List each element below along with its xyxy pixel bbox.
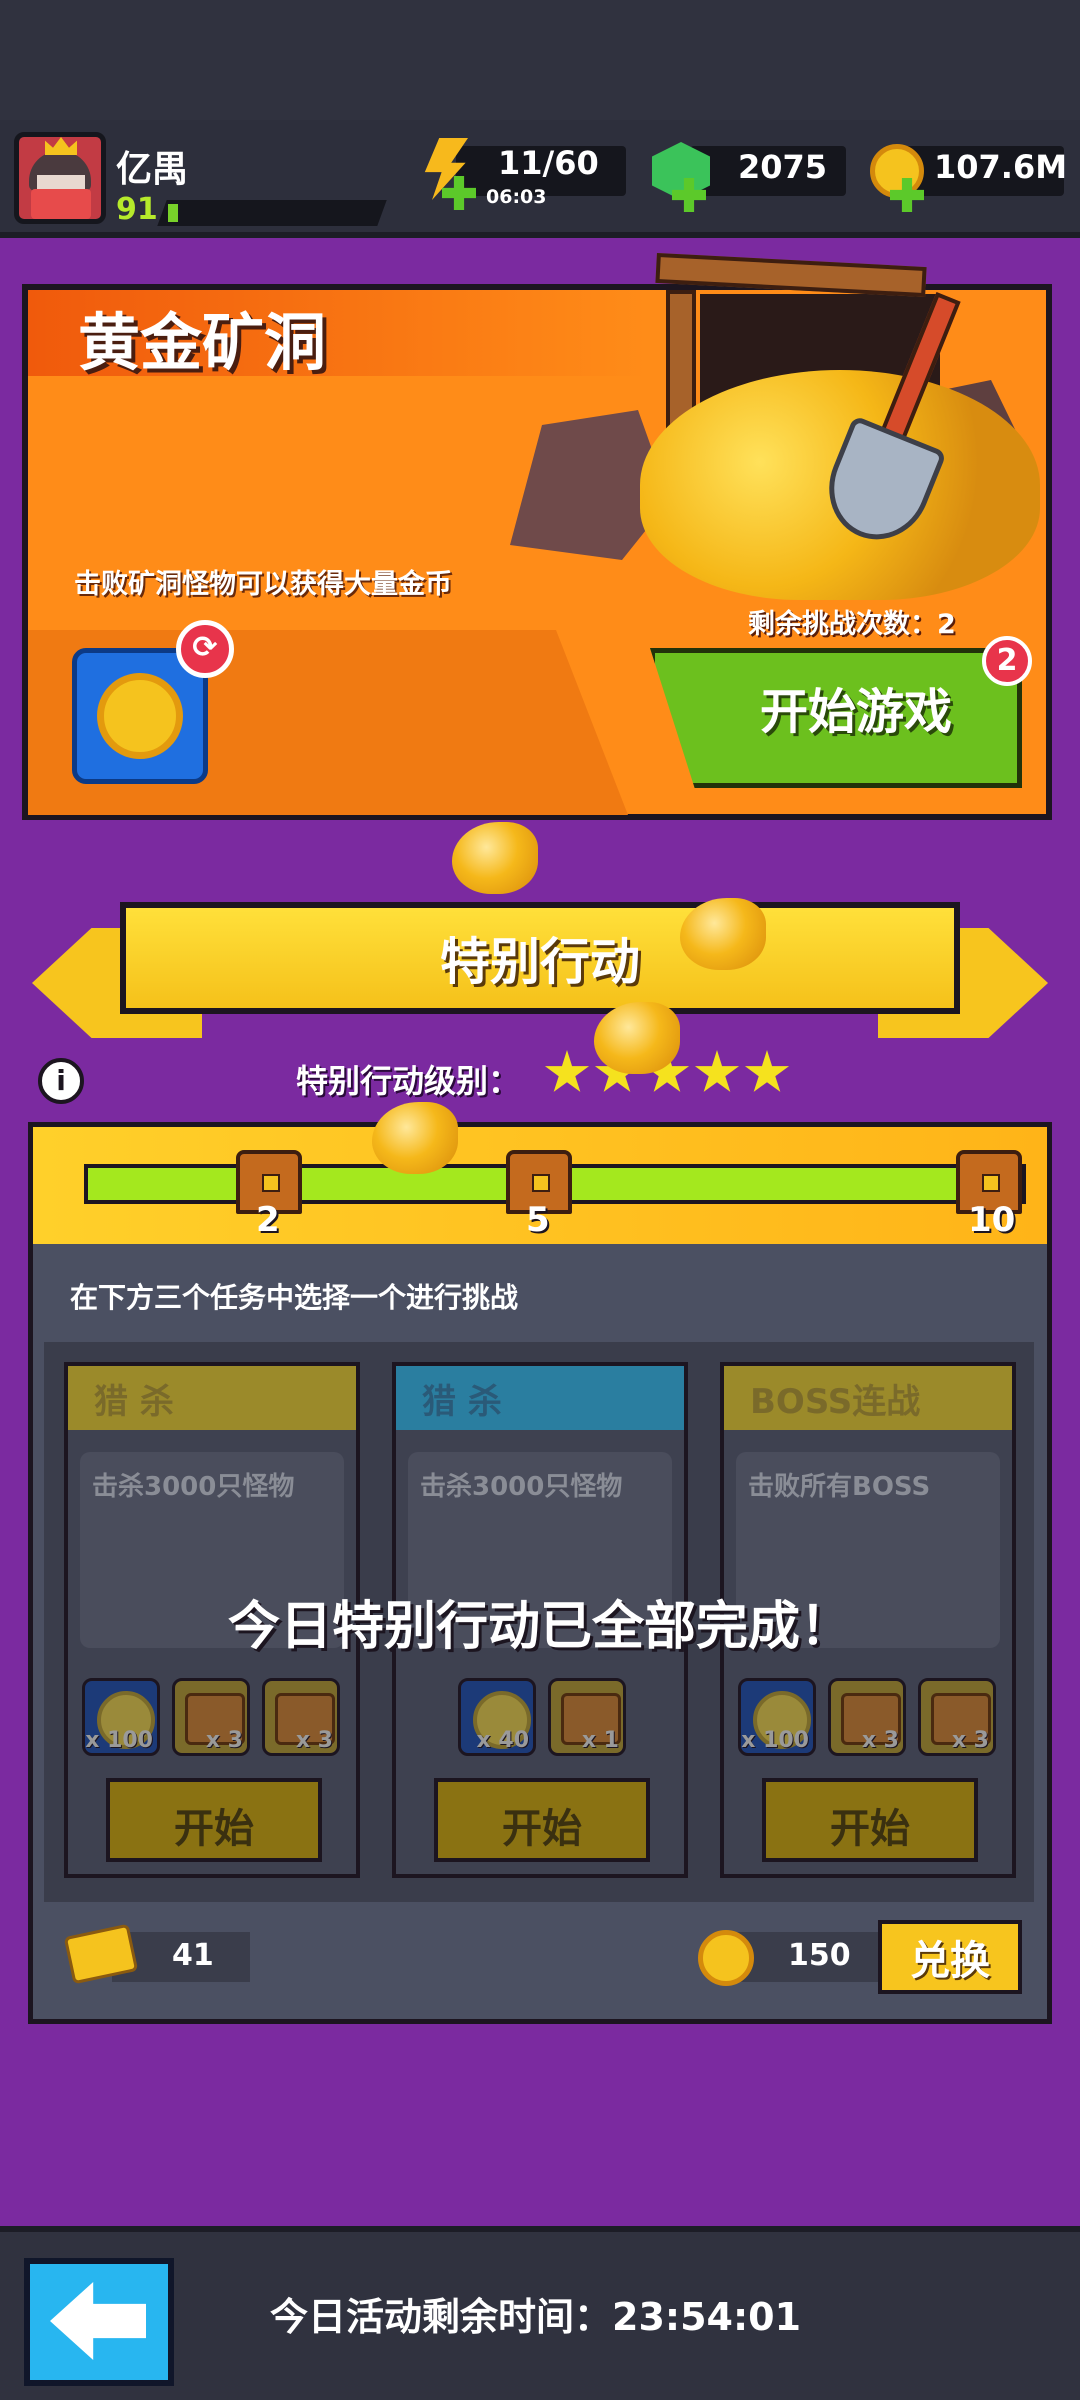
milestone-label: 5 <box>526 1200 550 1240</box>
milestone-label: 10 <box>968 1200 1016 1240</box>
task-start-label: 开始 <box>174 1806 254 1852</box>
gold-blob-decoration <box>452 822 538 894</box>
reward-coin-icon[interactable]: x 100 <box>738 1678 816 1756</box>
reward-count: x 1 <box>581 1728 619 1753</box>
star-icon <box>544 1050 590 1092</box>
ticket-count: 41 <box>172 1938 214 1973</box>
milestone-label: 2 <box>256 1200 280 1240</box>
reward-chest-icon[interactable]: x 3 <box>172 1678 250 1756</box>
task-start-button[interactable]: 开始 <box>106 1778 322 1862</box>
reward-chest-icon[interactable]: x 3 <box>828 1678 906 1756</box>
coin-icon <box>870 144 924 198</box>
gold-blob-decoration <box>372 1102 458 1174</box>
reward-chest-icon[interactable]: x 1 <box>548 1678 626 1756</box>
reward-coin-icon[interactable]: x 100 <box>82 1678 160 1756</box>
reward-chest-icon[interactable]: x 3 <box>918 1678 996 1756</box>
reward-count: x 3 <box>205 1728 243 1753</box>
task-description: 击败所有BOSS <box>748 1472 931 1502</box>
task-instruction: 在下方三个任务中选择一个进行挑战 <box>70 1281 519 1314</box>
avatar[interactable] <box>14 132 106 224</box>
energy-timer: 06:03 <box>486 186 547 208</box>
coin-count: 107.6M <box>934 148 1068 186</box>
task-start-button[interactable]: 开始 <box>762 1778 978 1862</box>
avatar-mask <box>31 189 91 219</box>
special-level-label: 特别行动级别： <box>296 1062 521 1100</box>
energy-count: 11/60 <box>498 144 599 182</box>
remaining-attempts: 剩余挑战次数：2 <box>748 609 956 640</box>
event-coin-count: 150 <box>788 1938 851 1973</box>
mine-description: 击败矿洞怪物可以获得大量金币 <box>74 569 452 600</box>
player-level: 91 <box>116 192 158 227</box>
task-description: 击杀3000只怪物 <box>420 1472 623 1502</box>
info-icon[interactable]: i <box>38 1058 84 1104</box>
status-bar <box>0 0 1080 120</box>
start-game-badge: 2 <box>982 636 1032 686</box>
star-icon <box>744 1050 790 1092</box>
xp-bar-fill <box>168 204 178 222</box>
special-action-title: 特别行动 <box>440 933 640 991</box>
reward-count: x 3 <box>861 1728 899 1753</box>
gold-blob-decoration <box>594 1002 680 1074</box>
event-coin-icon <box>698 1930 754 1986</box>
reward-coin-icon[interactable]: x 40 <box>458 1678 536 1756</box>
event-time-remaining: 今日活动剩余时间：23:54:01 <box>270 2295 802 2339</box>
xp-bar <box>157 200 387 226</box>
coin-icon <box>97 673 183 759</box>
task-start-button[interactable]: 开始 <box>434 1778 650 1862</box>
mine-title: 黄金矿洞 <box>78 306 327 379</box>
gold-blob-decoration <box>680 898 766 970</box>
task-description: 击杀3000只怪物 <box>92 1472 295 1502</box>
reward-count: x 100 <box>85 1728 153 1753</box>
player-name: 亿禺 <box>116 149 189 190</box>
start-game-label[interactable]: 开始游戏 <box>760 672 952 742</box>
completion-message: 今日特别行动已全部完成！ <box>227 1597 852 1657</box>
reward-chest-icon[interactable]: x 3 <box>262 1678 340 1756</box>
exchange-label[interactable]: 兑换 <box>878 1928 1022 1986</box>
reward-count: x 3 <box>295 1728 333 1753</box>
reward-count: x 3 <box>951 1728 989 1753</box>
task-title: 猎 杀 <box>94 1382 174 1422</box>
task-title: 猎 杀 <box>422 1382 502 1422</box>
gem-count: 2075 <box>738 148 828 186</box>
task-title: BOSS连战 <box>750 1382 921 1422</box>
task-start-label: 开始 <box>830 1806 910 1852</box>
task-start-label: 开始 <box>502 1806 582 1852</box>
star-icon <box>694 1050 740 1092</box>
reward-count: x 40 <box>476 1728 529 1753</box>
refresh-icon[interactable]: ⟳ <box>176 620 234 678</box>
crown-icon <box>45 137 77 155</box>
reward-count: x 100 <box>741 1728 809 1753</box>
